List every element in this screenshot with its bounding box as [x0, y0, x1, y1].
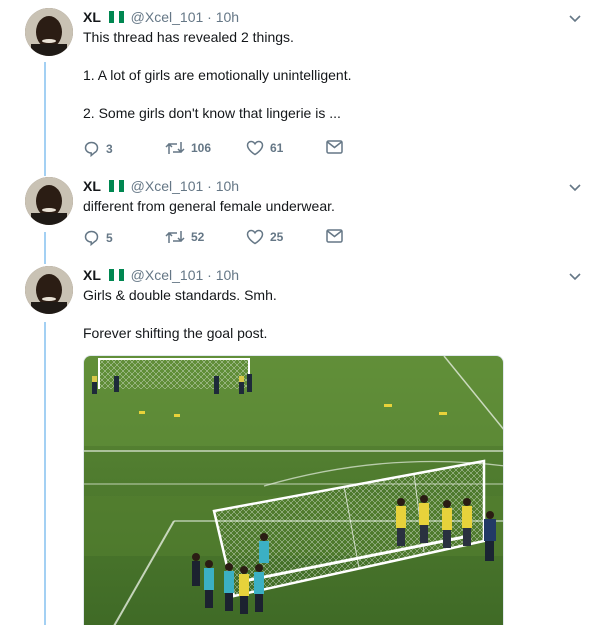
reply-button[interactable]: 3 — [83, 140, 113, 157]
dm-icon — [326, 140, 343, 154]
tweet-line — [83, 85, 352, 104]
timestamp[interactable]: · 10h — [207, 178, 239, 194]
avatar[interactable] — [25, 177, 73, 225]
user-handle[interactable]: @Xcel_101 — [131, 267, 204, 283]
retweet-count: 106 — [191, 141, 212, 155]
chevron-down-icon[interactable] — [567, 179, 583, 195]
reply-count: 5 — [106, 230, 113, 245]
display-name[interactable]: XL — [83, 267, 101, 283]
user-handle[interactable]: @Xcel_101 — [131, 178, 204, 194]
dm-button[interactable] — [326, 229, 343, 243]
tweet-header: XL @Xcel_101 · 10h — [83, 177, 239, 195]
tweet-line: 1. A lot of girls are emotionally uninte… — [83, 67, 352, 83]
tweet-line: Forever shifting the goal post. — [83, 325, 268, 341]
tweet-line: different from general female underwear. — [83, 198, 335, 214]
tweet-line: This thread has revealed 2 things. — [83, 29, 294, 45]
reply-icon — [84, 230, 99, 246]
retweet-count: 52 — [191, 230, 205, 244]
display-name[interactable]: XL — [83, 9, 101, 25]
reply-count: 3 — [106, 141, 113, 156]
retweet-button[interactable]: 106 — [165, 140, 211, 156]
dm-button[interactable] — [326, 140, 343, 154]
chevron-down-icon[interactable] — [567, 10, 583, 26]
tweet-line — [83, 47, 352, 66]
tweet[interactable]: XL @Xcel_101 · 10h different from genera… — [0, 177, 593, 257]
timestamp[interactable]: · 10h — [207, 9, 239, 25]
reply-button[interactable]: 5 — [83, 229, 113, 246]
like-button[interactable]: 61 — [246, 140, 283, 156]
dm-icon — [326, 229, 343, 243]
tweet-line: 2. Some girls don't know that lingerie i… — [83, 105, 341, 121]
avatar[interactable] — [25, 266, 73, 314]
like-icon — [246, 140, 264, 156]
like-count: 61 — [270, 141, 284, 155]
avatar[interactable] — [25, 8, 73, 56]
retweet-button[interactable]: 52 — [165, 229, 204, 245]
like-icon — [246, 229, 264, 245]
user-handle[interactable]: @Xcel_101 — [131, 9, 204, 25]
tweet[interactable]: XL @Xcel_101 · 10h This thread has revea… — [0, 8, 593, 168]
tweet-photo[interactable] — [83, 355, 504, 625]
retweet-icon — [165, 231, 185, 243]
reply-icon — [84, 141, 99, 157]
retweet-icon — [165, 142, 185, 154]
chevron-down-icon[interactable] — [567, 268, 583, 284]
tweet-line: Girls & double standards. Smh. — [83, 287, 277, 303]
tweet-line — [83, 305, 277, 324]
timestamp[interactable]: · 10h — [207, 267, 239, 283]
like-count: 25 — [270, 230, 284, 244]
like-button[interactable]: 25 — [246, 229, 283, 245]
football-training-photo — [84, 356, 503, 625]
tweet-header: XL @Xcel_101 · 10h — [83, 266, 239, 284]
nigeria-flag-icon — [108, 267, 125, 281]
tweet-text: This thread has revealed 2 things. 1. A … — [83, 28, 352, 123]
tweet-text: Girls & double standards. Smh. Forever s… — [83, 286, 277, 343]
display-name[interactable]: XL — [83, 178, 101, 194]
tweet-header: XL @Xcel_101 · 10h — [83, 8, 239, 26]
nigeria-flag-icon — [108, 9, 125, 23]
tweet-text: different from general female underwear. — [83, 197, 335, 216]
nigeria-flag-icon — [108, 178, 125, 192]
